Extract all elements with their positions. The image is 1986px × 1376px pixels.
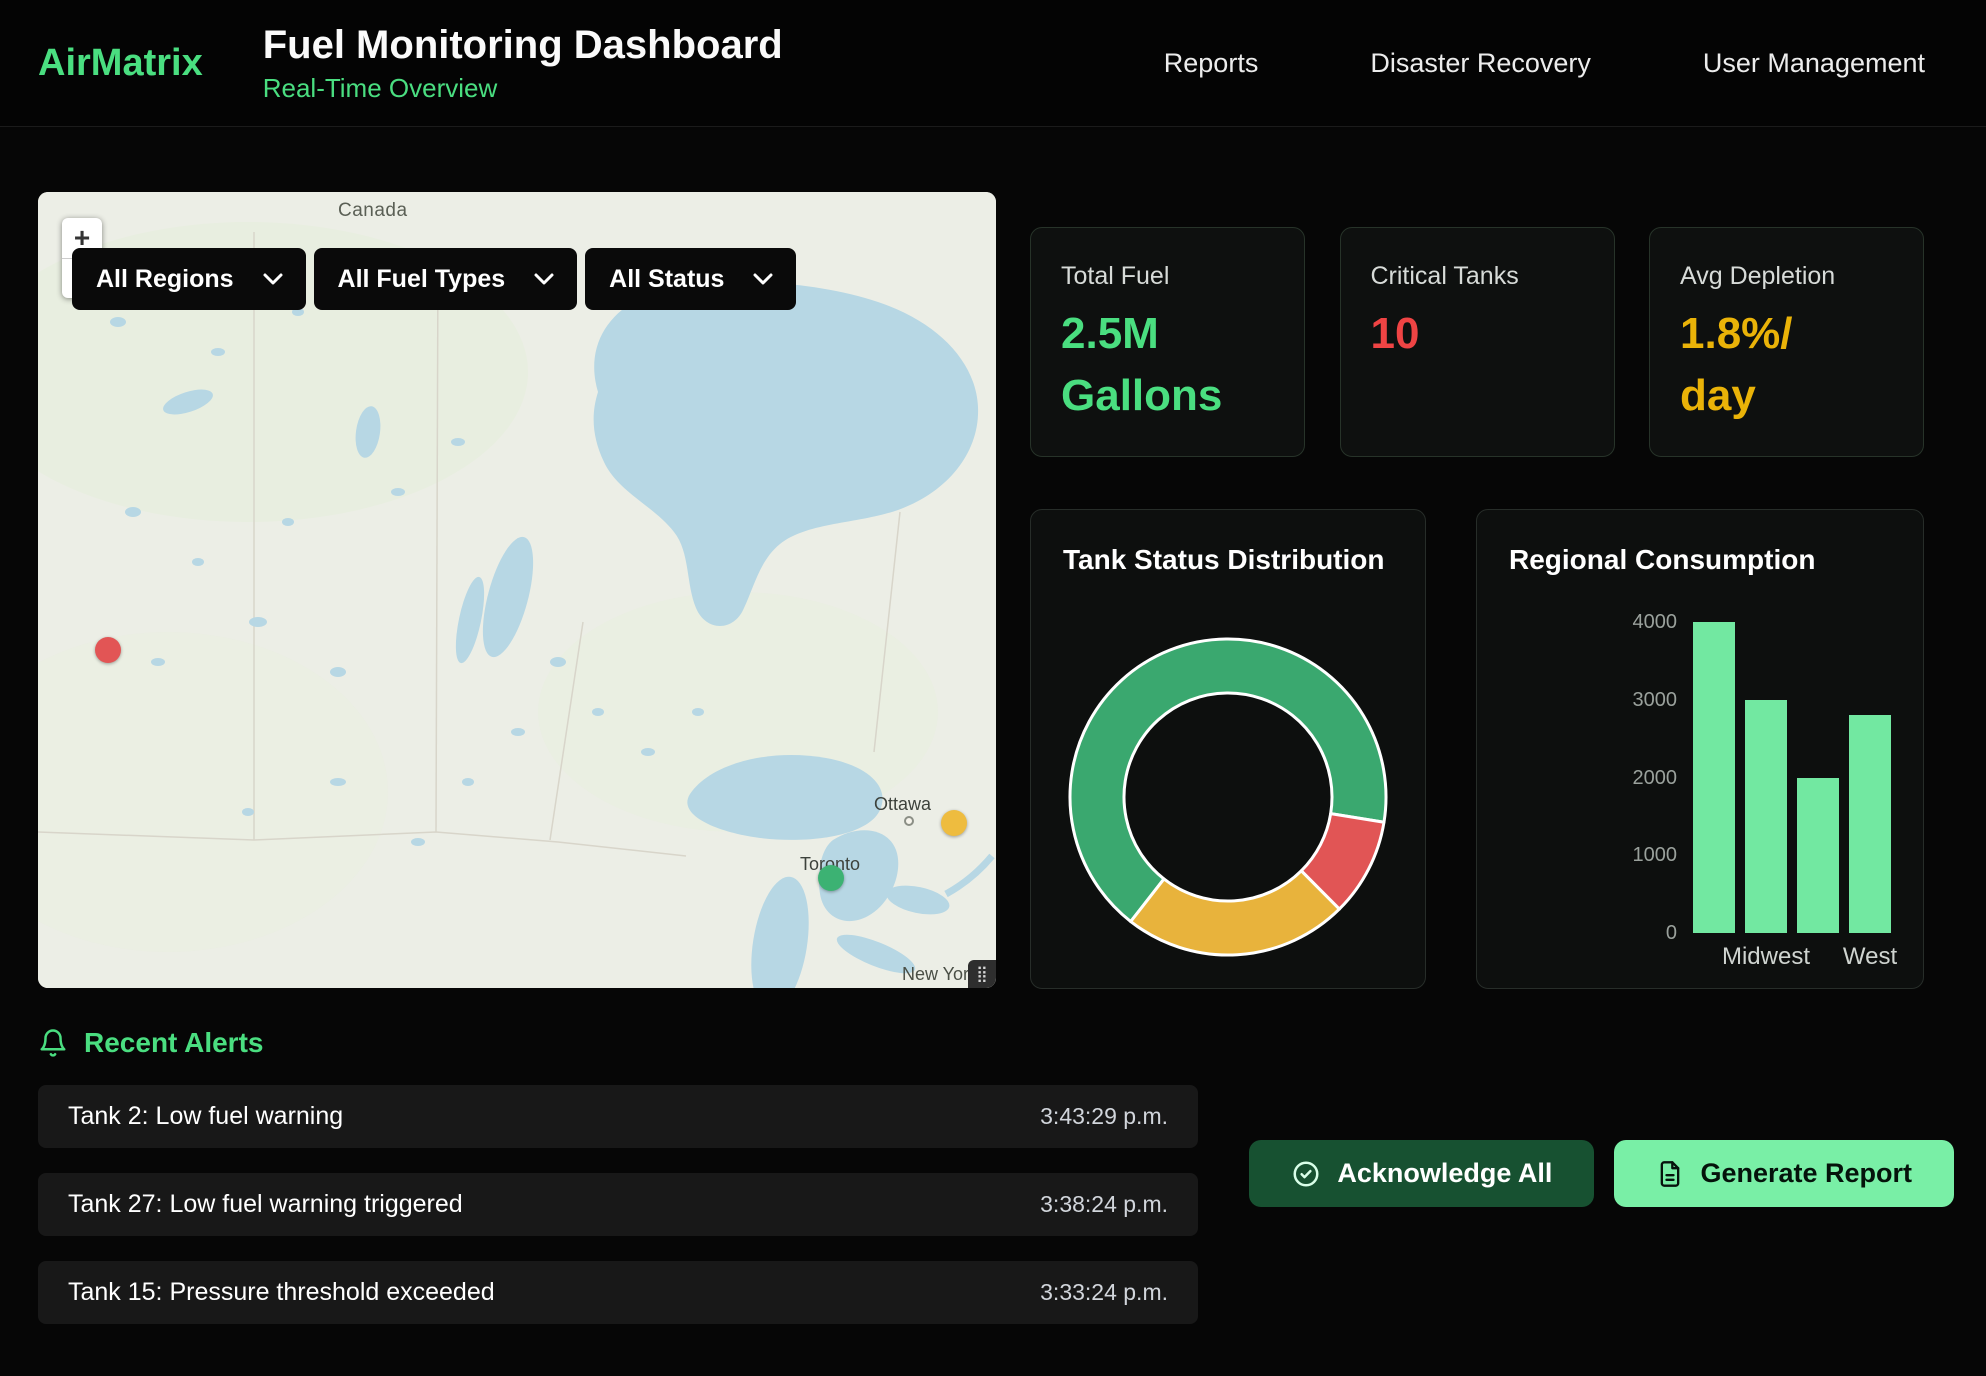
bell-icon: [38, 1028, 68, 1058]
generate-report-label: Generate Report: [1700, 1158, 1912, 1189]
map-markers-layer: [38, 192, 996, 988]
alert-message: Tank 2: Low fuel warning: [68, 1102, 343, 1131]
alert-row[interactable]: Tank 2: Low fuel warning 3:43:29 p.m.: [38, 1085, 1198, 1148]
stat-value: 2.5M Gallons: [1061, 303, 1274, 428]
alerts-header: Recent Alerts: [38, 1027, 1954, 1059]
chart-card-regional-consumption: Regional Consumption 4000 3000 2000 1000 0 M…: [1476, 509, 1924, 989]
alert-message: Tank 27: Low fuel warning triggered: [68, 1190, 463, 1219]
chart-card-tank-status: Tank Status Distribution: [1030, 509, 1426, 989]
bar-rect: [1693, 622, 1735, 933]
stat-label: Avg Depletion: [1680, 262, 1893, 291]
chart-title: Tank Status Distribution: [1063, 544, 1393, 576]
alerts-title: Recent Alerts: [84, 1027, 263, 1059]
chart-title: Regional Consumption: [1509, 544, 1891, 576]
y-tick-label: 0: [1666, 921, 1677, 945]
bar-0: [1693, 622, 1735, 933]
acknowledge-all-label: Acknowledge All: [1337, 1158, 1552, 1189]
y-tick-label: 2000: [1633, 766, 1678, 790]
map-filters: All Regions All Fuel Types All Status: [72, 248, 796, 310]
filter-status-dropdown[interactable]: All Status: [585, 248, 796, 310]
y-tick-label: 4000: [1633, 610, 1678, 634]
x-tick-label: Midwest: [1722, 943, 1810, 971]
alert-row[interactable]: Tank 27: Low fuel warning triggered 3:38…: [38, 1173, 1198, 1236]
nav-item-reports[interactable]: Reports: [1164, 48, 1259, 79]
filter-fuel-types-dropdown[interactable]: All Fuel Types: [314, 248, 578, 310]
header: AirMatrix Fuel Monitoring Dashboard Real…: [0, 0, 1986, 127]
tank-marker-normal[interactable]: [818, 865, 844, 891]
stat-label: Total Fuel: [1061, 262, 1274, 291]
top-nav: Reports Disaster Recovery User Managemen…: [1164, 48, 1925, 79]
generate-report-button[interactable]: Generate Report: [1614, 1140, 1954, 1207]
resize-handle-icon[interactable]: ⣿: [968, 960, 996, 988]
stat-card-critical-tanks: Critical Tanks 10: [1340, 227, 1615, 457]
bar-rect: [1797, 778, 1839, 934]
alert-time: 3:38:24 p.m.: [1040, 1191, 1168, 1218]
main-content: + − All Regions All Fuel Types All Statu…: [0, 127, 1986, 989]
stats-row: Total Fuel 2.5M Gallons Critical Tanks 1…: [1030, 227, 1924, 457]
stat-value-line: 10: [1371, 303, 1584, 365]
y-tick-label: 3000: [1633, 688, 1678, 712]
alert-actions: Acknowledge All Generate Report: [1249, 1140, 1954, 1324]
right-column: Total Fuel 2.5M Gallons Critical Tanks 1…: [1030, 192, 1924, 989]
bar-chart[interactable]: 40003000200010000 MidwestWest: [1509, 622, 1891, 933]
bar-chart-y-axis: 40003000200010000: [1567, 622, 1677, 933]
chevron-down-icon: [262, 272, 284, 286]
x-tick-label: West: [1843, 943, 1897, 971]
map-panel[interactable]: + − All Regions All Fuel Types All Statu…: [38, 192, 996, 988]
stat-card-avg-depletion: Avg Depletion 1.8%/ day: [1649, 227, 1924, 457]
nav-item-disaster-recovery[interactable]: Disaster Recovery: [1370, 48, 1591, 79]
charts-row: Tank Status Distribution Regional Consum…: [1030, 509, 1924, 989]
stat-card-total-fuel: Total Fuel 2.5M Gallons: [1030, 227, 1305, 457]
donut-segment-warning: [1131, 871, 1340, 955]
alert-time: 3:33:24 p.m.: [1040, 1279, 1168, 1306]
donut-chart[interactable]: [1063, 632, 1393, 962]
chevron-down-icon: [752, 272, 774, 286]
bar-rect: [1745, 700, 1787, 933]
bar-3: West: [1849, 622, 1891, 933]
stat-value-line: 1.8%/: [1680, 303, 1893, 365]
stat-value-line: Gallons: [1061, 365, 1274, 427]
filter-regions-dropdown[interactable]: All Regions: [72, 248, 306, 310]
check-circle-icon: [1291, 1159, 1321, 1189]
acknowledge-all-button[interactable]: Acknowledge All: [1249, 1140, 1594, 1207]
alerts-list: Tank 2: Low fuel warning 3:43:29 p.m. Ta…: [38, 1085, 1198, 1324]
tank-marker-critical[interactable]: [95, 637, 121, 663]
bar-1: Midwest: [1745, 622, 1787, 933]
page-title: Fuel Monitoring Dashboard: [263, 23, 783, 67]
alert-time: 3:43:29 p.m.: [1040, 1103, 1168, 1130]
bar-chart-plot-area: Midwest West: [1693, 622, 1891, 933]
title-block: Fuel Monitoring Dashboard Real-Time Over…: [263, 23, 783, 104]
nav-item-user-management[interactable]: User Management: [1703, 48, 1925, 79]
chevron-down-icon: [533, 272, 555, 286]
alerts-section: Recent Alerts Tank 2: Low fuel warning 3…: [0, 989, 1986, 1324]
alert-message: Tank 15: Pressure threshold exceeded: [68, 1278, 495, 1307]
stat-value: 1.8%/ day: [1680, 303, 1893, 428]
filter-fuel-types-label: All Fuel Types: [338, 265, 506, 294]
tank-marker-warning[interactable]: [941, 810, 967, 836]
stat-value-line: 2.5M: [1061, 303, 1274, 365]
page-subtitle: Real-Time Overview: [263, 73, 783, 104]
app-logo: AirMatrix: [38, 42, 203, 85]
filter-regions-label: All Regions: [96, 265, 234, 294]
stat-value-line: day: [1680, 365, 1893, 427]
stat-value: 10: [1371, 303, 1584, 365]
donut-chart-wrap: [1063, 632, 1393, 962]
bar-2: [1797, 622, 1839, 933]
y-tick-label: 1000: [1633, 843, 1678, 867]
bar-rect: [1849, 715, 1891, 933]
document-icon: [1656, 1160, 1684, 1188]
stat-label: Critical Tanks: [1371, 262, 1584, 291]
alerts-body: Tank 2: Low fuel warning 3:43:29 p.m. Ta…: [38, 1085, 1954, 1324]
filter-status-label: All Status: [609, 265, 724, 294]
alert-row[interactable]: Tank 15: Pressure threshold exceeded 3:3…: [38, 1261, 1198, 1324]
